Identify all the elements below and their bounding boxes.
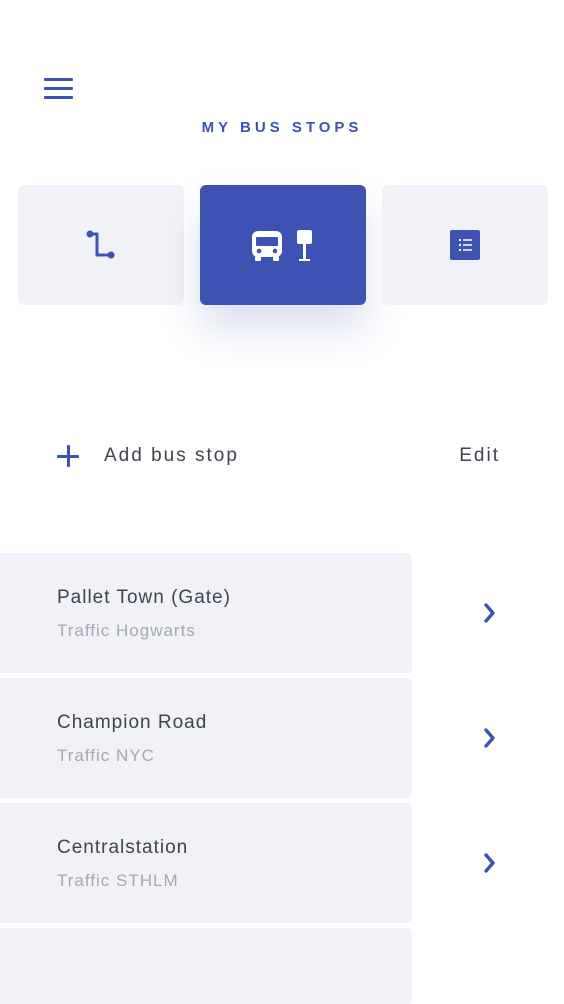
- chevron-right-icon[interactable]: [478, 601, 502, 625]
- tab-list[interactable]: [382, 185, 548, 305]
- list-item: Pallet Town (Gate) Traffic Hogwarts: [0, 553, 564, 673]
- stop-name: Centralstation: [57, 837, 189, 858]
- bus-stop-card[interactable]: [0, 928, 412, 1004]
- tab-routes[interactable]: [18, 185, 184, 305]
- bus-stop-card[interactable]: Champion Road Traffic NYC: [0, 678, 412, 798]
- add-bus-stop-button[interactable]: Add bus stop: [57, 440, 239, 472]
- list-item: [0, 928, 564, 1004]
- stop-traffic: Traffic Hogwarts: [57, 621, 196, 640]
- stop-traffic: Traffic NYC: [57, 746, 155, 765]
- tab-bus-stops[interactable]: [200, 185, 366, 305]
- list-item: Champion Road Traffic NYC: [0, 678, 564, 798]
- plus-icon: [57, 445, 79, 467]
- stop-name: Pallet Town (Gate): [57, 587, 231, 608]
- route-icon: [86, 230, 115, 259]
- bus-stop-icon: [252, 230, 312, 261]
- edit-button[interactable]: Edit: [459, 440, 500, 472]
- list-icon: [450, 230, 480, 260]
- add-bus-stop-label: Add bus stop: [104, 445, 239, 466]
- chevron-right-icon[interactable]: [478, 726, 502, 750]
- stop-traffic: Traffic STHLM: [57, 871, 179, 890]
- menu-bar: [44, 87, 73, 90]
- list-item: Centralstation Traffic STHLM: [0, 803, 564, 923]
- stop-name: Champion Road: [57, 712, 208, 733]
- chevron-right-icon[interactable]: [478, 851, 502, 875]
- bus-stop-card[interactable]: Pallet Town (Gate) Traffic Hogwarts: [0, 553, 412, 673]
- page-title: MY BUS STOPS: [201, 119, 363, 136]
- menu-bar: [44, 78, 73, 81]
- bus-stop-card[interactable]: Centralstation Traffic STHLM: [0, 803, 412, 923]
- menu-bar: [44, 96, 73, 99]
- action-row: Add bus stop Edit: [0, 440, 564, 472]
- menu-button[interactable]: [44, 78, 74, 102]
